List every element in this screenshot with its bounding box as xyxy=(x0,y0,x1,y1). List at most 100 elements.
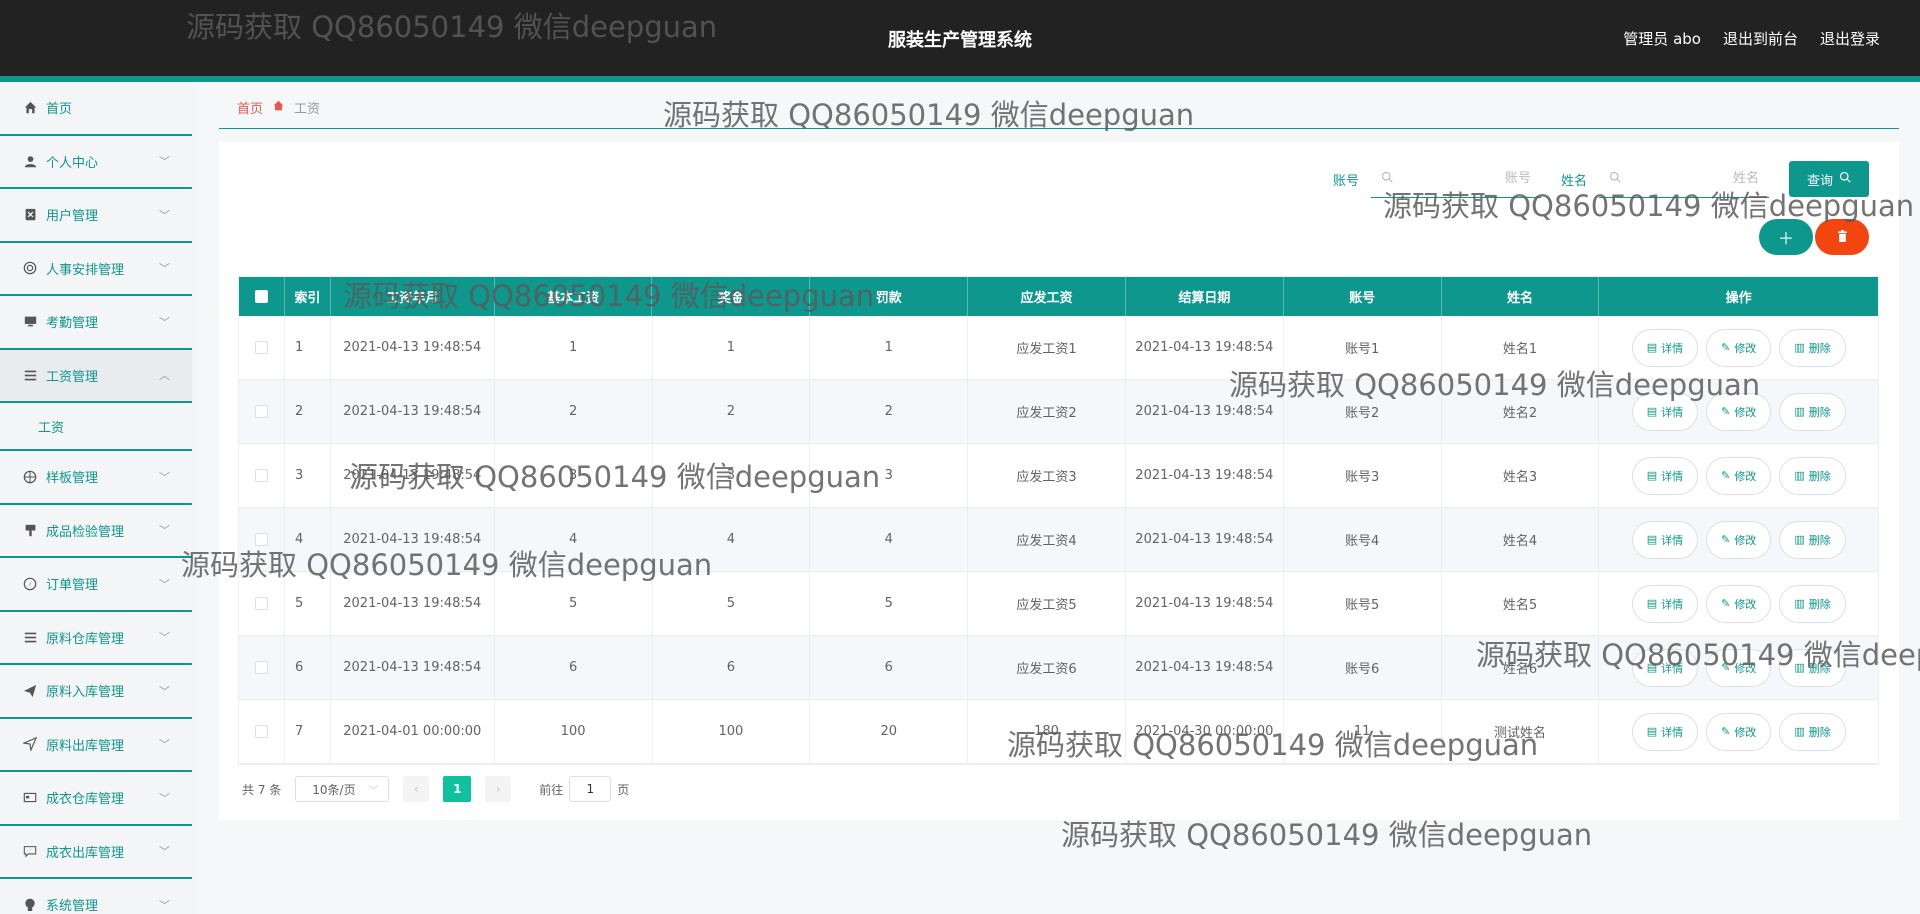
cell-fine: 6 xyxy=(810,636,969,699)
sidebar-item-raw-warehouse[interactable]: 原料仓库管理 ﹀ xyxy=(0,612,192,665)
column-header-base-salary: 基本工资 xyxy=(495,277,653,316)
edit-button[interactable]: ✎ 修改 xyxy=(1706,328,1772,367)
page-number-current[interactable]: 1 xyxy=(443,776,472,802)
sidebar-item-home[interactable]: 首页 xyxy=(0,82,192,136)
delete-button[interactable]: ▥ 删除 xyxy=(1779,392,1846,431)
row-checkbox[interactable] xyxy=(254,661,268,674)
action-label: 修改 xyxy=(1734,661,1757,675)
row-checkbox[interactable] xyxy=(254,597,268,610)
sidebar-item-label: 成衣仓库管理 xyxy=(46,792,125,808)
exit-to-front-link[interactable]: 退出到前台 xyxy=(1723,28,1798,49)
table-row: 2 2021-04-13 19:48:54 2 2 2 应发工资2 2021-04-13 1… xyxy=(239,380,1878,444)
row-checkbox[interactable] xyxy=(254,405,268,418)
chevron-up-icon: ︿ xyxy=(159,369,170,383)
trash-icon: ▥ xyxy=(1794,341,1805,354)
sidebar-item-label: 首页 xyxy=(46,102,73,118)
sidebar-item-hr-arrangement[interactable]: 人事安排管理 ﹀ xyxy=(0,243,192,296)
sidebar-item-system-management[interactable]: 系统管理 ﹀ xyxy=(0,879,192,914)
page-size-select[interactable]: 10条/页 ﹀ xyxy=(295,776,390,802)
goto-page-input[interactable]: 1 xyxy=(569,776,612,802)
delete-button[interactable]: ▥ 删除 xyxy=(1779,456,1846,495)
action-label: 删除 xyxy=(1808,469,1831,483)
delete-button[interactable]: ▥ 删除 xyxy=(1779,520,1846,559)
sidebar-item-personal-center[interactable]: 个人中心 ﹀ xyxy=(0,136,192,189)
toolbar: ＋ xyxy=(1759,219,1869,255)
goto-page: 前往 1 页 xyxy=(539,776,629,802)
cell-base-salary: 5 xyxy=(495,572,653,635)
delete-button[interactable]: ▥ 删除 xyxy=(1779,328,1846,367)
sidebar-item-user-management[interactable]: 用户管理 ﹀ xyxy=(0,189,192,243)
row-checkbox[interactable] xyxy=(254,341,268,354)
cell-settle-date: 2021-04-13 19:48:54 xyxy=(1126,636,1284,699)
next-page-button[interactable]: › xyxy=(485,776,512,802)
sidebar-subitem-salary[interactable]: 工资 xyxy=(0,403,192,451)
detail-button[interactable]: ▤ 详情 xyxy=(1631,712,1699,751)
delete-button[interactable]: ▥ 删除 xyxy=(1779,648,1846,687)
cell-payable: 应发工资5 xyxy=(968,572,1126,635)
cell-account: 账号5 xyxy=(1284,572,1442,635)
edit-button[interactable]: ✎ 修改 xyxy=(1706,520,1772,559)
cell-fine: 20 xyxy=(810,700,969,763)
cell-fine: 3 xyxy=(810,444,969,507)
sidebar-item-attendance[interactable]: 考勤管理 ﹀ xyxy=(0,296,192,350)
add-button[interactable]: ＋ xyxy=(1759,219,1813,255)
query-button-label: 查询 xyxy=(1806,173,1833,189)
breadcrumb-home-link[interactable]: 首页 xyxy=(237,98,263,117)
trash-icon: ▥ xyxy=(1794,533,1805,546)
detail-button[interactable]: ▤ 详情 xyxy=(1631,456,1699,495)
row-checkbox[interactable] xyxy=(254,469,268,482)
edit-button[interactable]: ✎ 修改 xyxy=(1706,392,1772,431)
name-search-input[interactable] xyxy=(1628,171,1759,186)
chevron-down-icon: ﹀ xyxy=(159,470,170,484)
chevron-down-icon: ﹀ xyxy=(159,898,170,912)
chevron-right-icon: › xyxy=(495,782,501,796)
edit-button[interactable]: ✎ 修改 xyxy=(1706,712,1772,751)
account-search-input[interactable] xyxy=(1400,171,1531,186)
sidebar-item-product-inspection[interactable]: 成品检验管理 ﹀ xyxy=(0,505,192,558)
cell-name: 测试姓名 xyxy=(1442,700,1600,763)
sidebar-item-salary-management[interactable]: 工资管理 ︿ xyxy=(0,349,192,403)
row-select-cell xyxy=(239,636,285,699)
logout-link[interactable]: 退出登录 xyxy=(1820,28,1880,49)
prev-page-button[interactable]: ‹ xyxy=(403,776,430,802)
cell-salary-month: 2021-04-13 19:48:54 xyxy=(331,316,495,379)
detail-button[interactable]: ▤ 详情 xyxy=(1631,648,1699,687)
cell-payable: 应发工资6 xyxy=(968,636,1126,699)
search-icon xyxy=(1609,171,1621,187)
cell-fine: 4 xyxy=(810,508,969,571)
detail-button[interactable]: ▤ 详情 xyxy=(1631,584,1699,623)
sidebar-item-garment-warehouse[interactable]: 成衣仓库管理 ﹀ xyxy=(0,772,192,826)
doc-icon: ▤ xyxy=(1646,469,1658,482)
detail-button[interactable]: ▤ 详情 xyxy=(1631,520,1699,559)
cell-index: 2 xyxy=(285,380,331,443)
delete-button[interactable]: ▥ 删除 xyxy=(1779,584,1846,623)
column-header-account: 账号 xyxy=(1284,277,1442,316)
detail-button[interactable]: ▤ 详情 xyxy=(1631,392,1699,431)
sidebar-item-sample-management[interactable]: 样板管理 ﹀ xyxy=(0,451,192,505)
row-checkbox[interactable] xyxy=(254,725,268,738)
detail-button[interactable]: ▤ 详情 xyxy=(1631,328,1699,367)
search-form: 账号 姓名 查询 xyxy=(1333,160,1869,198)
table-header: 索引 工资年月 基本工资 奖金 罚款 应发工资 结算日期 账号 姓名 操作 xyxy=(239,277,1878,316)
row-checkbox[interactable] xyxy=(254,533,268,546)
cell-name: 姓名5 xyxy=(1442,572,1600,635)
sidebar-item-order-management[interactable]: 订单管理 ﹀ xyxy=(0,558,192,612)
edit-button[interactable]: ✎ 修改 xyxy=(1706,648,1772,687)
row-select-cell xyxy=(239,444,285,507)
salary-table: 索引 工资年月 基本工资 奖金 罚款 应发工资 结算日期 账号 姓名 操作 12… xyxy=(238,276,1879,765)
search-icon xyxy=(1381,171,1393,187)
sidebar-item-raw-outbound[interactable]: 原料出库管理 ﹀ xyxy=(0,719,192,772)
select-all-checkbox[interactable] xyxy=(254,290,268,303)
trash-icon: ▥ xyxy=(1794,469,1805,482)
delete-button[interactable]: ▥ 删除 xyxy=(1779,712,1846,751)
sidebar-item-label: 订单管理 xyxy=(46,578,99,594)
edit-button[interactable]: ✎ 修改 xyxy=(1706,456,1772,495)
batch-delete-button[interactable] xyxy=(1815,219,1869,255)
pencil-icon: ✎ xyxy=(1721,597,1731,610)
query-button[interactable]: 查询 xyxy=(1788,161,1869,197)
edit-button[interactable]: ✎ 修改 xyxy=(1706,584,1772,623)
pencil-icon: ✎ xyxy=(1721,469,1731,482)
chevron-down-icon: ﹀ xyxy=(159,315,170,329)
sidebar-item-garment-outbound[interactable]: 成衣出库管理 ﹀ xyxy=(0,826,192,879)
sidebar-item-raw-inbound[interactable]: 原料入库管理 ﹀ xyxy=(0,665,192,719)
